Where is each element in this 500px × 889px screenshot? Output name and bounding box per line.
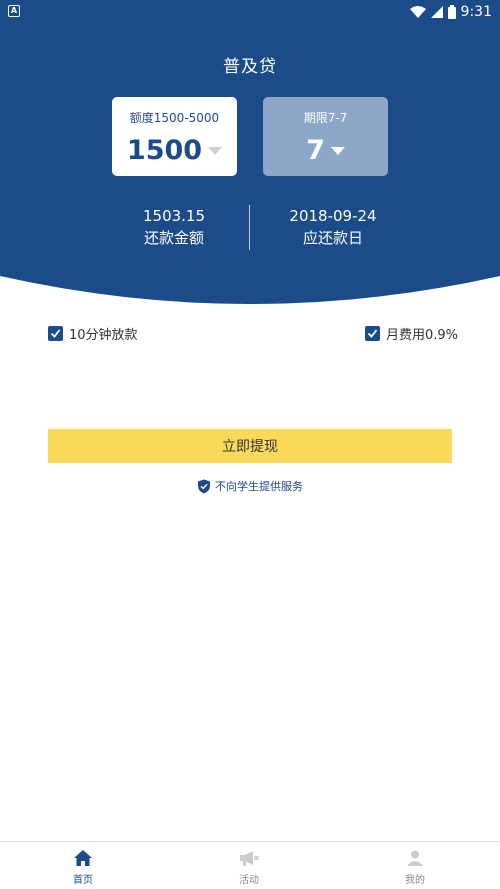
amount-value: 1500 xyxy=(126,135,203,166)
summary-divider xyxy=(249,205,250,250)
chevron-down-icon xyxy=(208,146,223,155)
tab-activity-label: 活动 xyxy=(239,875,259,886)
amount-selector[interactable]: 额度1500-5000 1500 xyxy=(112,97,237,176)
shield-icon xyxy=(198,479,210,493)
tab-activity[interactable]: 活动 xyxy=(199,842,299,889)
term-range-label: 期限7-7 xyxy=(303,111,348,125)
header: A 9:31 普及贷 额度1500-5000 1500 期限7-7 7 1503… xyxy=(0,0,500,310)
checkbox-checked-icon[interactable] xyxy=(48,326,63,341)
repay-date-value: 2018-09-24 xyxy=(289,207,377,225)
chevron-down-icon xyxy=(330,146,345,155)
tab-home-label: 首页 xyxy=(73,875,93,886)
page-title: 普及贷 xyxy=(223,57,277,77)
tab-profile[interactable]: 我的 xyxy=(365,842,465,889)
tab-home[interactable]: 首页 xyxy=(33,842,133,889)
student-notice: 不向学生提供服务 xyxy=(0,478,500,494)
fast-loan-option[interactable]: 10分钟放款 xyxy=(48,324,138,343)
repay-amount-label: 还款金额 xyxy=(143,229,204,247)
profile-icon xyxy=(404,848,426,868)
battery-icon xyxy=(447,5,456,19)
repayment-summary: 1503.15 还款金额 2018-09-24 应还款日 xyxy=(0,205,500,251)
term-value: 7 xyxy=(306,135,325,166)
amount-range-label: 额度1500-5000 xyxy=(129,111,220,125)
header-background xyxy=(0,0,500,304)
repay-date-label: 应还款日 xyxy=(302,229,363,247)
status-time: 9:31 xyxy=(460,4,492,20)
monthly-fee-option[interactable]: 月费用0.9% xyxy=(364,324,458,343)
monthly-fee-label: 月费用0.9% xyxy=(385,328,458,343)
term-selector[interactable]: 期限7-7 7 xyxy=(263,97,388,176)
repay-date: 2018-09-24 应还款日 xyxy=(253,205,413,249)
withdraw-button[interactable]: 立即提现 xyxy=(48,429,452,463)
status-bar: A 9:31 xyxy=(0,0,500,24)
tab-profile-label: 我的 xyxy=(405,875,425,886)
wifi-icon xyxy=(409,6,426,18)
checkbox-checked-icon[interactable] xyxy=(364,326,380,341)
repay-amount: 1503.15 还款金额 xyxy=(94,205,254,249)
repay-amount-value: 1503.15 xyxy=(142,207,206,225)
loan-options: 10分钟放款 月费用0.9% xyxy=(0,324,500,344)
home-icon xyxy=(72,848,94,868)
signal-icon xyxy=(430,6,443,18)
fast-loan-label: 10分钟放款 xyxy=(69,328,138,343)
student-notice-text: 不向学生提供服务 xyxy=(215,480,303,493)
megaphone-icon xyxy=(238,848,260,868)
bottom-tab-bar: 首页 活动 我的 xyxy=(0,841,500,889)
notification-icon: A xyxy=(8,5,20,17)
